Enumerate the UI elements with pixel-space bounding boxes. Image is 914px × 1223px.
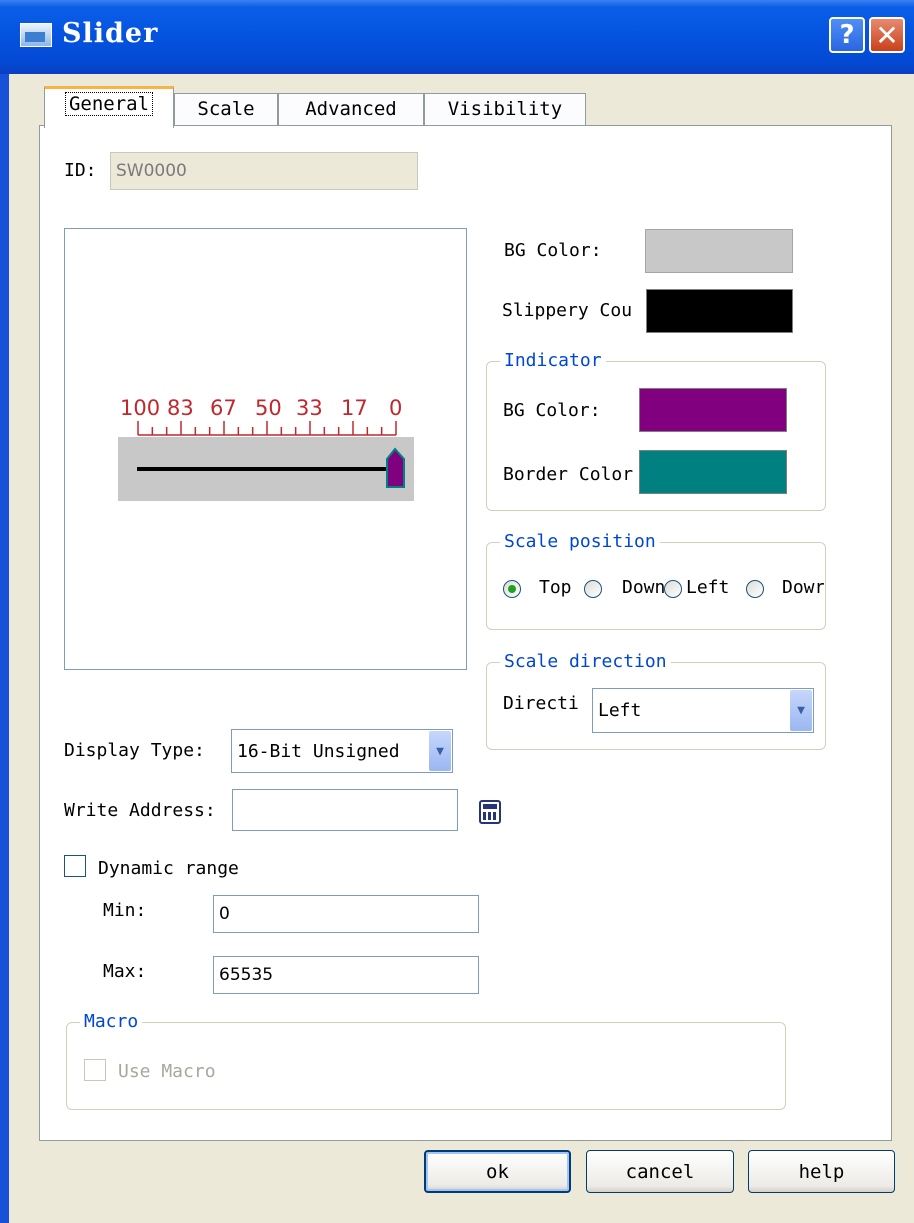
scale-tick-label: 100 (120, 396, 160, 420)
tab-advanced-label: Advanced (305, 98, 397, 120)
indicator-bg-color-swatch[interactable] (639, 388, 787, 432)
ok-button[interactable]: ok (424, 1150, 571, 1193)
scale-tick-label: 67 (210, 396, 237, 420)
slider-preview-graphic: 100 83 67 50 33 17 0 (118, 396, 414, 501)
close-button[interactable]: ✕ (869, 17, 905, 53)
tab-general-label: General (64, 92, 154, 116)
slider-indicator-thumb (386, 447, 405, 488)
min-label: Min: (103, 900, 147, 921)
macro-group-title: Macro (80, 1011, 143, 1032)
use-macro-checkbox[interactable] (84, 1059, 106, 1081)
tab-scale-label: Scale (197, 98, 255, 120)
cancel-button[interactable]: cancel (586, 1150, 734, 1193)
calculator-icon[interactable] (479, 800, 501, 824)
scale-tick-label: 50 (255, 396, 282, 420)
scale-direction-group-title: Scale direction (500, 651, 671, 672)
direction-label: Directi (503, 693, 579, 714)
window-title: Slider (62, 18, 159, 49)
tab-scale[interactable]: Scale (174, 93, 278, 126)
indicator-bg-color-label: BG Color: (503, 400, 601, 421)
direction-select-value: Left (598, 700, 642, 721)
id-label: ID: (64, 160, 97, 181)
id-field[interactable]: SW0000 (110, 152, 418, 190)
direction-select[interactable]: Left ▼ (592, 688, 814, 733)
write-address-input[interactable] (232, 789, 458, 831)
indicator-border-color-swatch[interactable] (639, 450, 787, 494)
tab-visibility[interactable]: Visibility (424, 93, 586, 126)
slippery-color-swatch[interactable] (646, 289, 793, 333)
max-label: Max: (103, 961, 147, 982)
bg-color-swatch[interactable] (645, 229, 793, 273)
close-icon: ✕ (875, 18, 899, 52)
window-icon (20, 23, 52, 47)
scale-position-down-label: Down (622, 577, 666, 598)
display-type-label: Display Type: (64, 740, 205, 761)
scale-position-left-label: Left (686, 577, 730, 598)
dynamic-range-checkbox[interactable] (64, 855, 86, 877)
scale-position-down-radio[interactable] (584, 580, 602, 598)
scale-position-top-radio[interactable] (503, 580, 521, 598)
chevron-down-icon[interactable]: ▼ (790, 690, 812, 731)
help-button[interactable]: help (748, 1150, 895, 1193)
display-type-select[interactable]: 16-Bit Unsigned ▼ (231, 729, 453, 773)
indicator-group-title: Indicator (500, 350, 606, 371)
chevron-down-icon[interactable]: ▼ (429, 731, 451, 771)
slippery-color-label: Slippery Cou (502, 300, 633, 321)
scale-tick-label: 83 (167, 396, 194, 420)
slider-preview: 100 83 67 50 33 17 0 (64, 228, 467, 670)
use-macro-label: Use Macro (118, 1061, 216, 1082)
help-title-button[interactable]: ? (829, 17, 865, 53)
min-input[interactable]: 0 (213, 895, 479, 933)
question-icon: ? (839, 20, 855, 50)
tab-visibility-label: Visibility (447, 98, 563, 120)
write-address-label: Write Address: (64, 800, 216, 821)
title-bar[interactable]: Slider ? ✕ (0, 0, 914, 74)
scale-position-group-title: Scale position (500, 531, 660, 552)
max-input[interactable]: 65535 (213, 956, 479, 994)
scale-tick-label: 33 (296, 396, 323, 420)
dynamic-range-label: Dynamic range (98, 858, 239, 879)
tab-advanced[interactable]: Advanced (278, 93, 424, 126)
scale-position-top-label: Top (539, 577, 572, 598)
window-border (0, 74, 9, 1223)
scale-position-down2-label: Dowr (782, 577, 824, 598)
slider-dialog: Slider ? ✕ General Scale Advanced Visibi… (0, 0, 914, 1223)
tab-general[interactable]: General (44, 86, 174, 128)
scale-position-left-radio[interactable] (664, 580, 682, 598)
scale-tick-label: 17 (341, 396, 368, 420)
scale-position-down2-radio[interactable] (746, 580, 764, 598)
indicator-border-color-label: Border Color (503, 464, 634, 485)
bg-color-label: BG Color: (504, 240, 602, 261)
scale-tick-label: 0 (389, 396, 402, 420)
display-type-select-value: 16-Bit Unsigned (237, 740, 400, 762)
